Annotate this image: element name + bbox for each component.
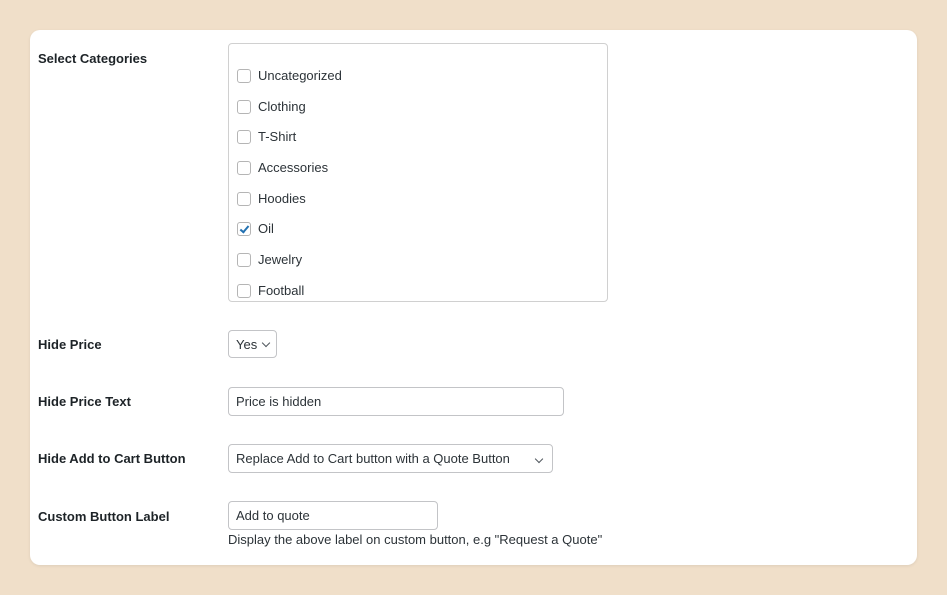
checkbox[interactable] [237, 252, 251, 267]
hide-price-text-input[interactable]: Price is hidden [228, 387, 564, 416]
chevron-down-icon [534, 454, 544, 464]
hide-price-label: Hide Price [38, 337, 102, 352]
category-item-oil[interactable]: Oil [237, 221, 274, 236]
category-label: T-Shirt [258, 129, 297, 144]
custom-button-label-label: Custom Button Label [38, 509, 170, 524]
category-label: Football [258, 283, 305, 298]
custom-button-label-input[interactable]: Add to quote [228, 501, 438, 530]
category-label: Accessories [258, 160, 329, 175]
chevron-down-icon [261, 338, 271, 347]
category-item-clothing[interactable]: Clothing [237, 99, 306, 114]
category-label: Clothing [258, 99, 306, 114]
custom-button-label-value: Add to quote [236, 508, 310, 523]
hide-add-to-cart-select[interactable]: Replace Add to Cart button with a Quote … [228, 444, 553, 473]
category-item-accessories[interactable]: Accessories [237, 160, 328, 175]
checkbox[interactable] [237, 68, 251, 83]
category-item-t-shirt[interactable]: T-Shirt [237, 129, 296, 144]
category-item-jewelry[interactable]: Jewelry [237, 252, 302, 267]
checkbox[interactable] [237, 99, 251, 114]
hide-price-text-label: Hide Price Text [38, 394, 131, 409]
checkbox[interactable] [237, 129, 251, 144]
category-label: Uncategorized [258, 68, 342, 83]
category-label: Hoodies [258, 191, 306, 206]
categories-checklist[interactable]: Uncategorized Clothing T-Shirt Accessori… [228, 43, 608, 302]
hide-price-select[interactable]: Yes [228, 330, 277, 358]
category-item-football[interactable]: Football [237, 283, 304, 298]
category-item-uncategorized[interactable]: Uncategorized [237, 68, 342, 83]
checkbox-checked[interactable] [237, 221, 251, 236]
hide-add-to-cart-value: Replace Add to Cart button with a Quote … [236, 451, 510, 466]
checkbox[interactable] [237, 283, 251, 298]
checkbox[interactable] [237, 160, 251, 175]
hide-add-to-cart-label: Hide Add to Cart Button [38, 451, 186, 466]
custom-button-label-help: Display the above label on custom button… [228, 532, 603, 547]
category-label: Jewelry [258, 252, 303, 267]
hide-price-value: Yes [236, 336, 258, 352]
category-label: Oil [258, 221, 274, 236]
select-categories-label: Select Categories [38, 51, 148, 66]
checkbox[interactable] [237, 191, 251, 206]
hide-price-text-value: Price is hidden [236, 394, 322, 409]
category-item-hoodies[interactable]: Hoodies [237, 191, 306, 206]
